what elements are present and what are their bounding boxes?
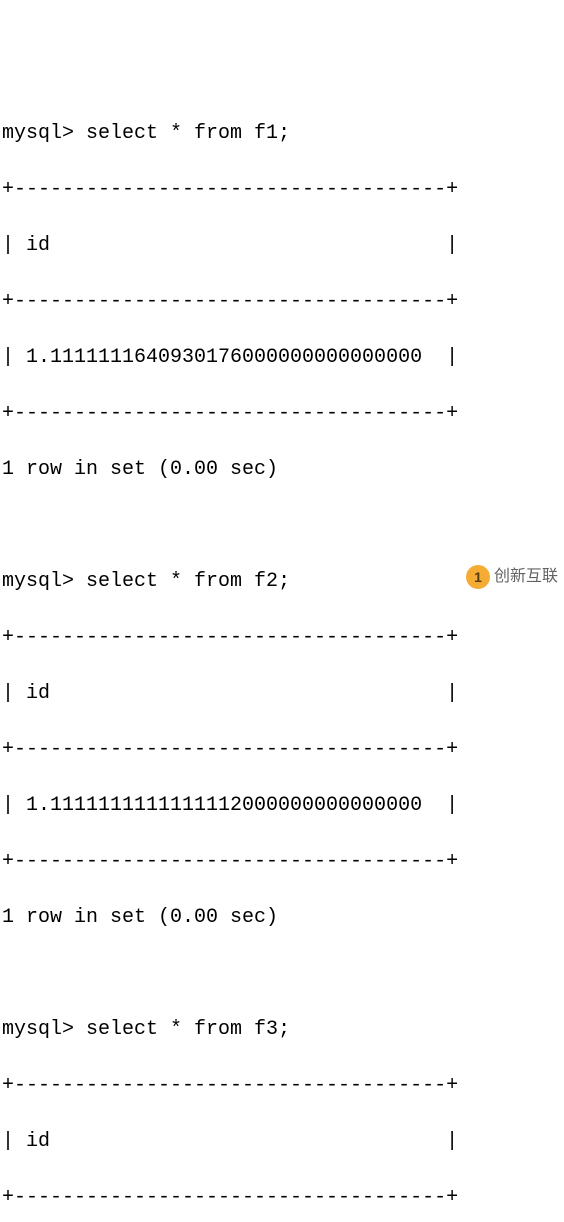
table-header: | id | (2, 232, 562, 260)
sql-command-2: select * from f2; (86, 570, 290, 593)
mysql-prompt: mysql> (2, 1018, 74, 1041)
blank-line (2, 960, 562, 988)
table-row: | 1.1111111111111112000000000000000 | (2, 792, 562, 820)
watermark-text: 创新互联 (494, 563, 558, 591)
watermark: 1 创新互联 (466, 563, 558, 591)
mysql-prompt: mysql> (2, 122, 74, 145)
table-border: +------------------------------------+ (2, 624, 562, 652)
table-header: | id | (2, 680, 562, 708)
table-border: +------------------------------------+ (2, 848, 562, 876)
table-header: | id | (2, 1128, 562, 1156)
table-border: +------------------------------------+ (2, 1184, 562, 1212)
table-border: +------------------------------------+ (2, 288, 562, 316)
table-border: +------------------------------------+ (2, 176, 562, 204)
prompt-line-1[interactable]: mysql> select * from f1; (2, 120, 562, 148)
mysql-prompt: mysql> (2, 570, 74, 593)
blank-line (2, 512, 562, 540)
table-border: +------------------------------------+ (2, 400, 562, 428)
prompt-line-3[interactable]: mysql> select * from f3; (2, 1016, 562, 1044)
watermark-badge-icon: 1 (466, 565, 490, 589)
sql-command-1: select * from f1; (86, 122, 290, 145)
status-line: 1 row in set (0.00 sec) (2, 904, 562, 932)
table-row: | 1.1111111640930176000000000000000 | (2, 344, 562, 372)
table-border: +------------------------------------+ (2, 736, 562, 764)
sql-command-3: select * from f3; (86, 1018, 290, 1041)
status-line: 1 row in set (0.00 sec) (2, 456, 562, 484)
table-border: +------------------------------------+ (2, 1072, 562, 1100)
